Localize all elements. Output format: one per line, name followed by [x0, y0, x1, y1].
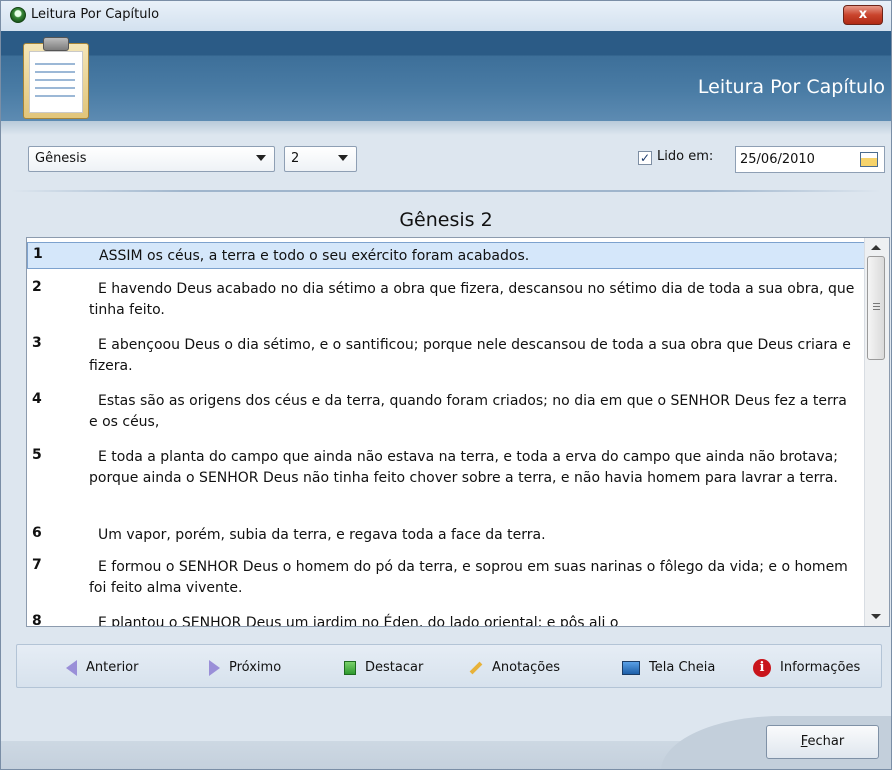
fullscreen-button[interactable]: Tela Cheia [622, 657, 715, 679]
verse-number: 6 [32, 525, 42, 541]
next-button[interactable]: Próximo [209, 657, 281, 679]
scroll-thumb[interactable] [867, 256, 885, 360]
scroll-down-icon[interactable] [871, 614, 881, 619]
verse-text: E abençoou Deus o dia sétimo, e o santif… [89, 337, 851, 374]
verse-number: 1 [33, 246, 43, 262]
verse-number: 7 [32, 557, 42, 573]
chapter-select[interactable]: 2 [284, 146, 357, 172]
highlighter-icon [344, 660, 356, 675]
window-title: Leitura Por Capítulo [31, 7, 160, 22]
verse-text: E toda a planta do campo que ainda não e… [89, 449, 838, 486]
scroll-up-icon[interactable] [871, 245, 881, 250]
verse-number: 5 [32, 447, 42, 463]
verse-text: Um vapor, porém, subia da terra, e regav… [98, 527, 546, 543]
close-button-label: echar [807, 734, 845, 749]
fullscreen-label: Tela Cheia [649, 660, 716, 675]
verse-text: ASSIM os céus, a terra e todo o seu exér… [99, 248, 530, 264]
pencil-icon [469, 661, 483, 674]
highlight-button[interactable]: Destacar [344, 657, 423, 679]
info-icon: i [753, 658, 771, 677]
close-button[interactable]: Fechar [766, 725, 879, 759]
read-date-field[interactable]: 25/06/2010 [735, 146, 885, 173]
info-button[interactable]: i Informações [753, 657, 860, 679]
vertical-scrollbar[interactable] [864, 238, 889, 626]
close-button-mnemonic: F [800, 734, 808, 749]
monitor-icon [622, 660, 640, 675]
verse-text: E plantou o SENHOR Deus um jardim no Éde… [98, 615, 619, 627]
footer-band [1, 741, 691, 769]
clipboard-icon [19, 33, 91, 119]
app-icon [10, 7, 26, 23]
dialog-window: Leitura Por Capítulo x Leitura Por Capít… [0, 0, 892, 770]
title-bar[interactable]: Leitura Por Capítulo x [1, 1, 891, 32]
book-select[interactable]: Gênesis [28, 146, 275, 172]
notes-label: Anotações [492, 660, 561, 675]
verse-number: 3 [32, 335, 42, 351]
verse-text: Estas são as origens dos céus e da terra… [89, 393, 847, 430]
verse-number: 8 [32, 613, 42, 627]
arrow-left-icon [66, 659, 77, 676]
read-label: Lido em: [657, 149, 714, 164]
chapter-select-value: 2 [291, 151, 300, 166]
read-date-value: 25/06/2010 [740, 152, 815, 167]
close-window-button[interactable]: x [843, 5, 883, 25]
verse-text: E havendo Deus acabado no dia sétimo a o… [89, 281, 855, 318]
banner-shadow [1, 121, 891, 135]
previous-label: Anterior [86, 660, 139, 675]
verse-number: 2 [32, 279, 42, 295]
read-checkbox[interactable]: ✓ [638, 151, 652, 165]
chevron-down-icon [256, 155, 266, 161]
divider [11, 190, 881, 192]
header-title: Leitura Por Capítulo [697, 76, 885, 98]
highlight-label: Destacar [365, 660, 424, 675]
book-select-value: Gênesis [35, 151, 87, 166]
arrow-right-icon [209, 659, 220, 676]
verse-row[interactable]: 1 ASSIM os céus, a terra e todo o seu ex… [27, 242, 865, 269]
chapter-title: Gênesis 2 [399, 209, 493, 231]
previous-button[interactable]: Anterior [66, 657, 138, 679]
calendar-icon[interactable] [860, 152, 878, 167]
notes-button[interactable]: Anotações [469, 657, 560, 679]
verse-number: 4 [32, 391, 42, 407]
next-label: Próximo [229, 660, 282, 675]
verse-text: E formou o SENHOR Deus o homem do pó da … [89, 559, 848, 596]
verse-list[interactable]: 1 ASSIM os céus, a terra e todo o seu ex… [26, 237, 890, 627]
info-label: Informações [780, 660, 861, 675]
chevron-down-icon [338, 155, 348, 161]
